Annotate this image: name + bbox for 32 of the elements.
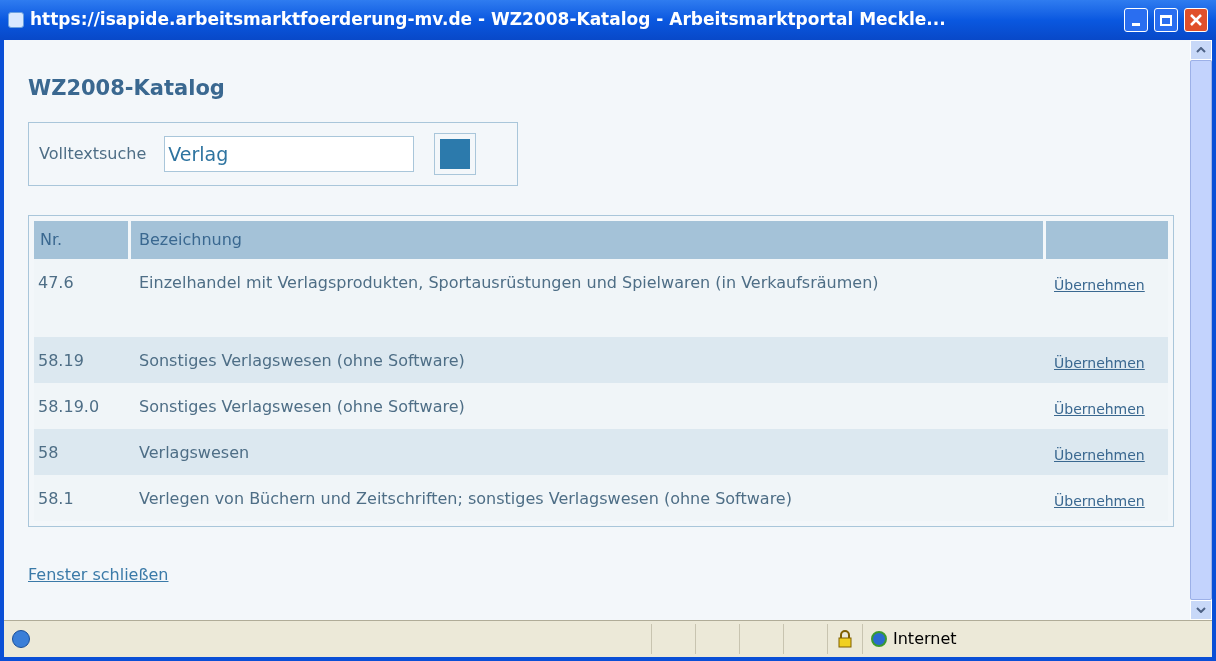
column-header: Nr. xyxy=(34,221,128,259)
adopt-link[interactable]: Übernehmen xyxy=(1054,401,1145,417)
adopt-link[interactable]: Übernehmen xyxy=(1054,277,1145,293)
table-cell-text: Sonstiges Verlagswesen (ohne Software) xyxy=(138,396,466,418)
page-heading: WZ2008-Katalog xyxy=(28,75,226,102)
scroll-down-button[interactable] xyxy=(1190,600,1212,620)
close-window-link[interactable]: Fenster schließen xyxy=(28,563,169,587)
lock-icon xyxy=(838,630,852,648)
table-cell-text: 58.19.0 xyxy=(37,396,101,418)
search-label: Volltextsuche xyxy=(39,143,147,165)
table-cell-text: 58 xyxy=(37,442,60,464)
scroll-up-button[interactable] xyxy=(1190,40,1212,60)
window-title: https://isapide.arbeitsmarktfoerderung-mv.de - WZ2008-Katalog - Arbeitsmarktportal Meckle... xyxy=(30,8,947,32)
search-button[interactable] xyxy=(434,133,477,175)
close-icon xyxy=(1189,13,1203,27)
table-cell-text: Verlagswesen xyxy=(138,442,251,464)
table-cell-text: 58.19 xyxy=(37,350,85,372)
adopt-link[interactable]: Übernehmen xyxy=(1054,355,1145,371)
search-field[interactable]: Verlag xyxy=(164,136,415,172)
minimize-button[interactable] xyxy=(1124,8,1148,32)
adopt-link[interactable]: Übernehmen xyxy=(1054,447,1145,463)
column-header: Bezeichnung xyxy=(131,221,1043,259)
table-cell-text: Verlegen von Büchern und Zeitschriften; sonstiges Verlagswesen (ohne Software) xyxy=(138,488,793,510)
table-cell-text: 47.6 xyxy=(37,272,75,294)
adopt-link[interactable]: Übernehmen xyxy=(1054,493,1145,509)
globe-icon xyxy=(871,631,887,647)
table-cell-text: 58.1 xyxy=(37,488,75,510)
table-cell-text: Sonstiges Verlagswesen (ohne Software) xyxy=(138,350,466,372)
maximize-button[interactable] xyxy=(1154,8,1178,32)
table-cell-text: Einzelhandel mit Verlagsprodukten, Sportausrüstungen und Spielwaren (in Verkaufsräumen) xyxy=(138,272,880,294)
close-button[interactable] xyxy=(1184,8,1208,32)
zone-label: Internet xyxy=(893,628,957,650)
